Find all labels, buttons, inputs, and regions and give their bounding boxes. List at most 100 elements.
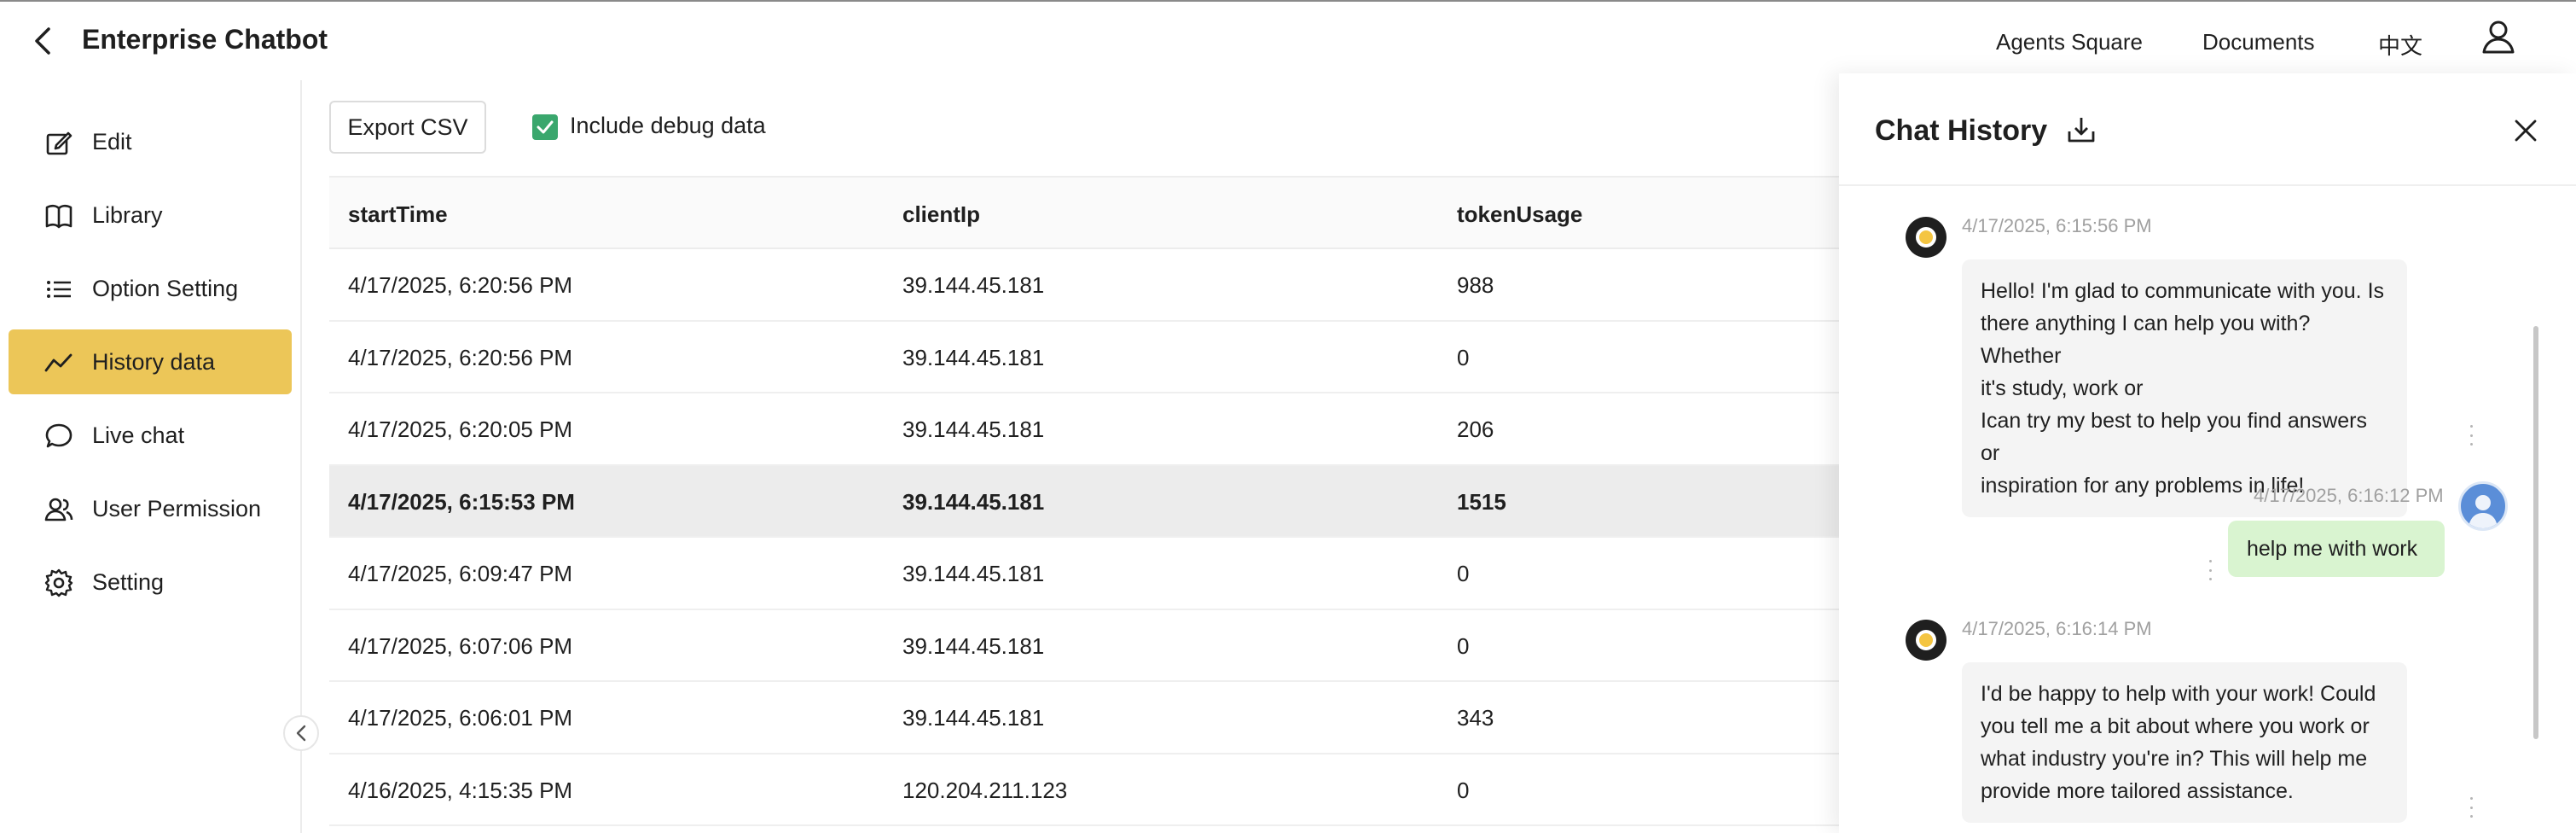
cell-tokenusage: 1515 xyxy=(1457,488,1506,515)
cell-starttime: 4/17/2025, 6:06:01 PM xyxy=(348,705,573,731)
column-header-clientip[interactable]: clientIp xyxy=(902,201,980,228)
message-line: there anything I can help you with? Whet… xyxy=(1981,312,2311,368)
cell-starttime: 4/17/2025, 6:15:53 PM xyxy=(348,488,575,515)
cell-clientip: 39.144.45.181 xyxy=(902,416,1045,442)
table-row[interactable]: 4/17/2025, 6:20:05 PM 39.144.45.181 206 xyxy=(329,393,1839,466)
cell-tokenusage: 0 xyxy=(1457,344,1470,370)
more-options-icon[interactable] xyxy=(2467,797,2475,818)
cell-tokenusage: 0 xyxy=(1457,561,1470,586)
cell-tokenusage: 206 xyxy=(1457,416,1494,442)
main-content: Export CSV Include debug data startTime … xyxy=(304,80,1839,833)
table-row[interactable]: 4/17/2025, 6:20:56 PM 39.144.45.181 988 xyxy=(329,249,1839,322)
column-header-starttime[interactable]: startTime xyxy=(348,201,448,228)
gear-icon xyxy=(44,568,73,597)
drawer-header: Chat History xyxy=(1839,73,2576,186)
message-line: help me with work xyxy=(2247,537,2418,561)
sidebar-item-live-chat[interactable]: Live chat xyxy=(9,403,292,468)
message-line: I'd be happy to help with your work! Cou… xyxy=(1981,682,2376,706)
table-row[interactable]: 4/17/2025, 6:09:47 PM 39.144.45.181 0 xyxy=(329,538,1839,610)
sidebar-item-option-setting[interactable]: Option Setting xyxy=(9,256,292,321)
cell-starttime: 4/16/2025, 4:15:35 PM xyxy=(348,777,573,803)
cell-clientip: 39.144.45.181 xyxy=(902,488,1045,515)
table-header: startTime clientIp tokenUsage xyxy=(329,178,1839,249)
nav-language[interactable]: 中文 xyxy=(2378,29,2422,61)
cell-clientip: 39.144.45.181 xyxy=(902,344,1045,370)
cell-starttime: 4/17/2025, 6:20:56 PM xyxy=(348,344,573,370)
message-timestamp: 4/17/2025, 6:15:56 PM xyxy=(1962,215,2152,236)
sidebar-item-label: History data xyxy=(92,348,216,375)
drawer-title: Chat History xyxy=(1875,114,2048,147)
history-table: startTime clientIp tokenUsage 4/17/2025,… xyxy=(329,176,1839,826)
cell-tokenusage: 988 xyxy=(1457,272,1494,298)
download-icon[interactable] xyxy=(2064,113,2098,147)
sidebar-item-edit[interactable]: Edit xyxy=(9,109,292,174)
message-line: what industry you're in? This will help … xyxy=(1981,747,2368,771)
message-timestamp: 4/17/2025, 6:16:12 PM xyxy=(2254,485,2444,506)
table-row[interactable]: 4/16/2025, 4:15:35 PM 120.204.211.123 0 xyxy=(329,754,1839,826)
include-debug-checkbox[interactable] xyxy=(532,114,558,140)
sidebar-item-setting[interactable]: Setting xyxy=(9,550,292,615)
nav-documents[interactable]: Documents xyxy=(2202,29,2315,55)
cell-starttime: 4/17/2025, 6:20:56 PM xyxy=(348,272,573,298)
message-line: provide more tailored assistance. xyxy=(1981,779,2294,803)
user-icon[interactable] xyxy=(2480,19,2516,55)
export-csv-button[interactable]: Export CSV xyxy=(329,101,486,154)
cell-tokenusage: 343 xyxy=(1457,705,1494,731)
table-row[interactable]: 4/17/2025, 6:20:56 PM 39.144.45.181 0 xyxy=(329,322,1839,393)
message-line: Hello! I'm glad to communicate with you.… xyxy=(1981,279,2385,303)
cell-starttime: 4/17/2025, 6:09:47 PM xyxy=(348,561,573,586)
bot-message-bubble: Hello! I'm glad to communicate with you.… xyxy=(1962,259,2407,517)
list-icon xyxy=(47,281,71,298)
back-button[interactable] xyxy=(26,24,60,58)
cell-starttime: 4/17/2025, 6:20:05 PM xyxy=(348,416,573,442)
nav-agents-square[interactable]: Agents Square xyxy=(1996,29,2143,55)
cell-clientip: 39.144.45.181 xyxy=(902,561,1045,586)
book-icon xyxy=(45,204,73,229)
drawer-scrollbar[interactable] xyxy=(2533,326,2538,739)
sidebar-item-user-permission[interactable]: User Permission xyxy=(9,476,292,541)
include-debug-label[interactable]: Include debug data xyxy=(570,113,766,139)
user-avatar xyxy=(2458,481,2508,531)
table-row[interactable]: 4/17/2025, 6:06:01 PM 39.144.45.181 343 xyxy=(329,682,1839,754)
sidebar-item-label: Edit xyxy=(92,128,132,154)
sidebar-item-label: Setting xyxy=(92,568,165,595)
bot-avatar xyxy=(1906,217,1947,258)
sidebar-item-label: User Permission xyxy=(92,495,262,521)
sidebar: Edit Library Option Setting History data… xyxy=(0,80,302,833)
message-line: you tell me a bit about where you work o… xyxy=(1981,714,2370,738)
message-line: Ican try my best to help you find answer… xyxy=(1981,409,2367,465)
cell-tokenusage: 0 xyxy=(1457,632,1470,659)
trend-icon xyxy=(44,353,73,372)
users-icon xyxy=(44,498,73,521)
table-row[interactable]: 4/17/2025, 6:07:06 PM 39.144.45.181 0 xyxy=(329,610,1839,682)
more-options-icon[interactable] xyxy=(2467,425,2475,446)
cell-starttime: 4/17/2025, 6:07:06 PM xyxy=(348,632,573,659)
app-title: Enterprise Chatbot xyxy=(82,24,328,55)
chat-history-drawer: Chat History 4/17/2025, 6:15:56 PM Hello… xyxy=(1839,73,2576,833)
sidebar-item-history-data[interactable]: History data xyxy=(9,329,292,394)
close-icon[interactable] xyxy=(2509,114,2542,147)
message-timestamp: 4/17/2025, 6:16:14 PM xyxy=(1962,618,2152,639)
cell-clientip: 39.144.45.181 xyxy=(902,632,1045,659)
sidebar-item-label: Option Setting xyxy=(92,275,239,301)
cell-clientip: 39.144.45.181 xyxy=(902,705,1045,731)
person-icon xyxy=(2469,495,2498,528)
cell-tokenusage: 0 xyxy=(1457,777,1470,803)
table-row-selected[interactable]: 4/17/2025, 6:15:53 PM 39.144.45.181 1515 xyxy=(329,465,1839,538)
app-header: Enterprise Chatbot Agents Square Documen… xyxy=(0,2,2576,80)
message-line: it's study, work or xyxy=(1981,376,2144,400)
more-options-icon[interactable] xyxy=(2206,560,2214,580)
sidebar-item-label: Library xyxy=(92,201,163,228)
bot-avatar xyxy=(1906,620,1947,661)
chevron-left-icon xyxy=(35,27,50,55)
bot-message-bubble: I'd be happy to help with your work! Cou… xyxy=(1962,662,2407,823)
column-header-tokenusage[interactable]: tokenUsage xyxy=(1457,201,1582,228)
edit-icon xyxy=(46,131,73,155)
sidebar-item-library[interactable]: Library xyxy=(9,183,292,248)
sidebar-item-label: Live chat xyxy=(92,422,185,448)
cell-clientip: 39.144.45.181 xyxy=(902,272,1045,298)
cell-clientip: 120.204.211.123 xyxy=(902,777,1068,803)
chat-icon xyxy=(45,423,73,448)
user-message-bubble: help me with work xyxy=(2228,521,2445,577)
check-icon xyxy=(537,120,554,134)
